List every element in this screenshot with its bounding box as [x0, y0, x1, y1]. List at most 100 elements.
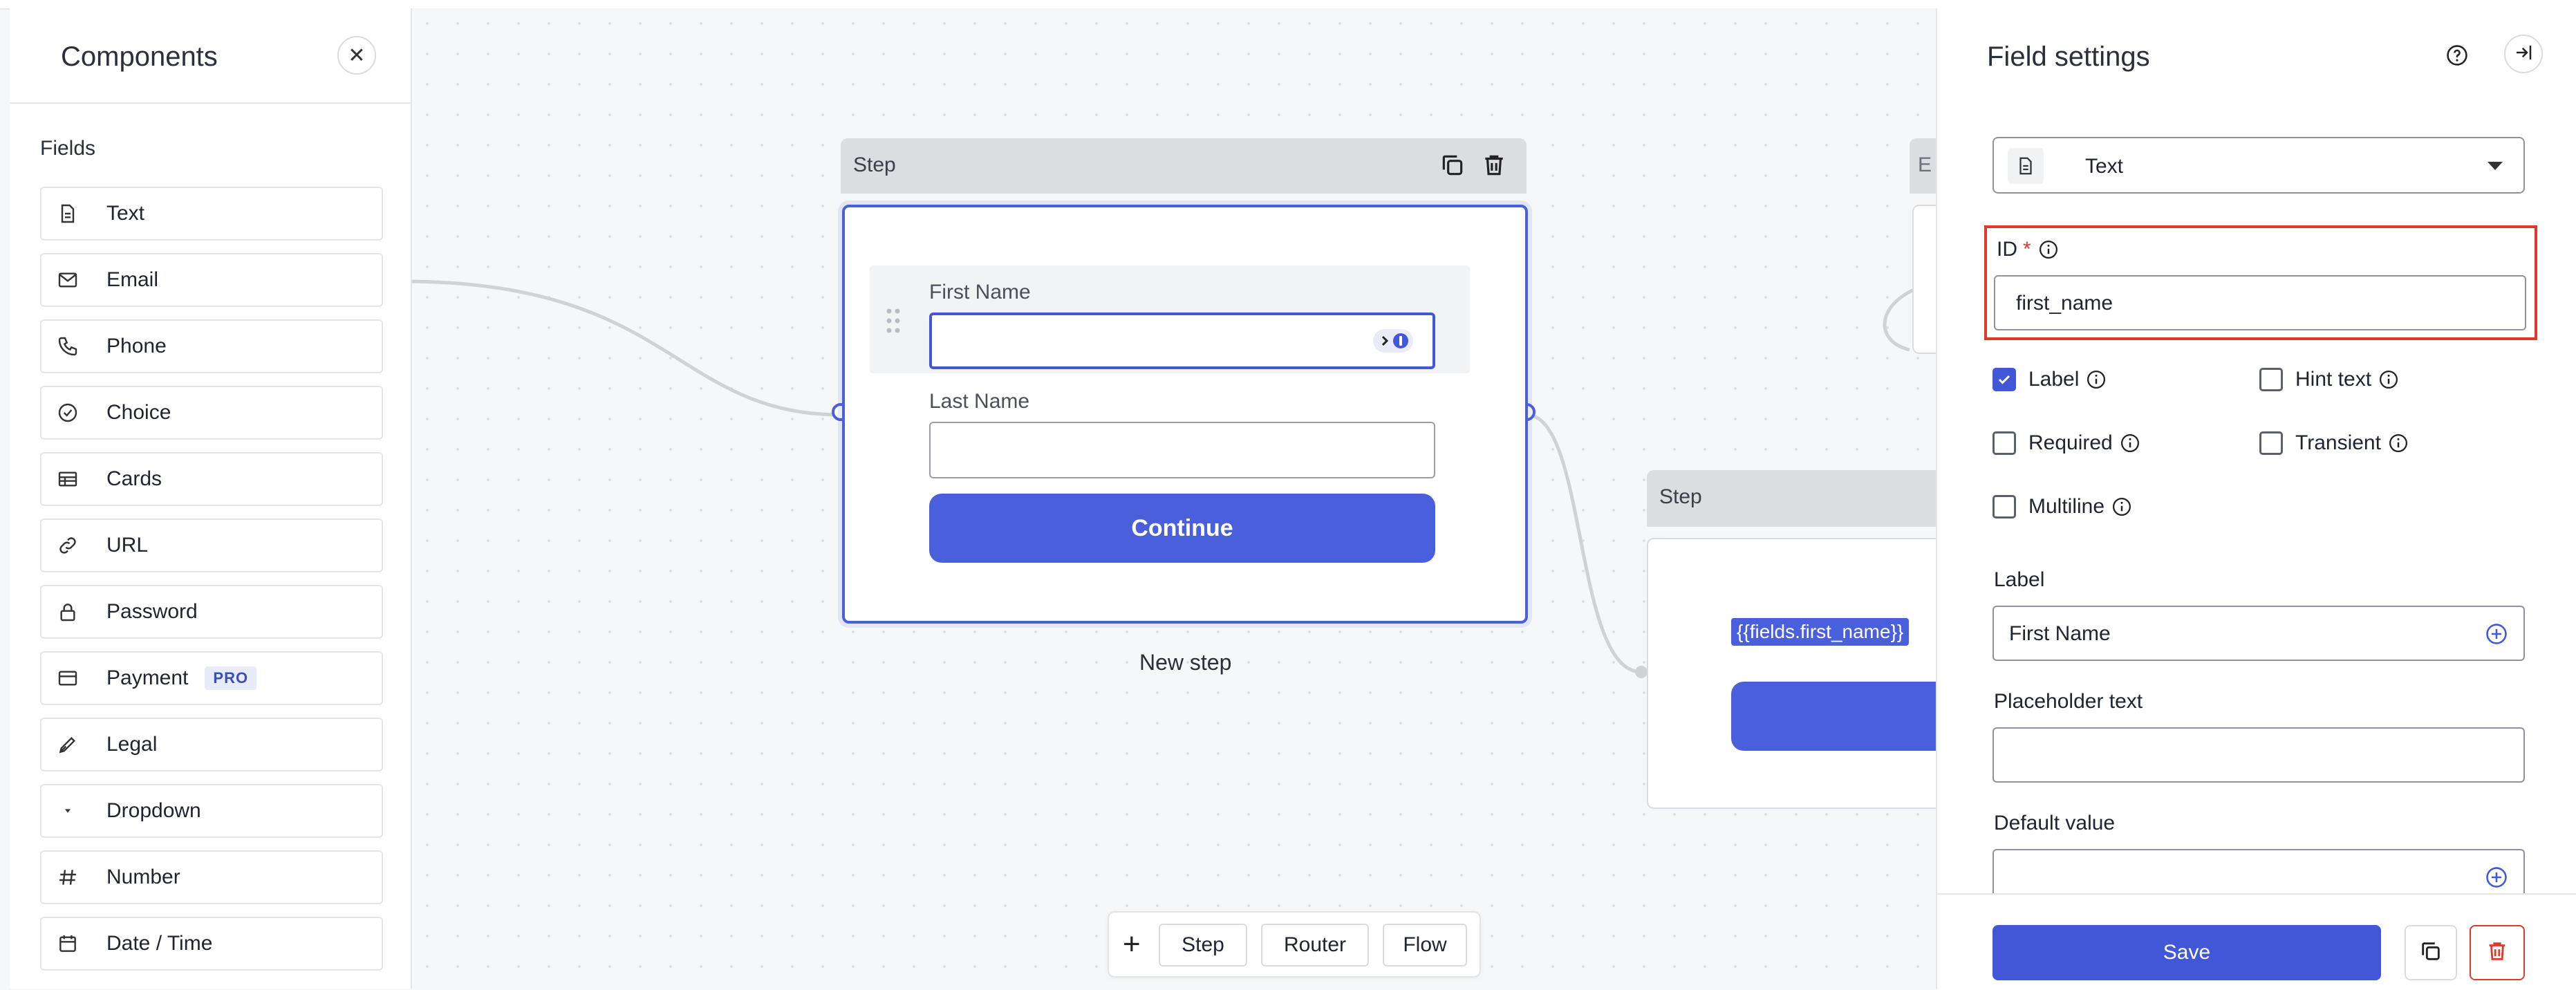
chevron-down-icon	[2488, 162, 2503, 170]
caret-down-icon	[55, 798, 80, 823]
component-date-time[interactable]: Date / Time	[40, 917, 383, 971]
label-checkbox[interactable]: Label	[1992, 368, 2107, 391]
document-icon	[2008, 148, 2044, 184]
mail-icon	[55, 268, 80, 292]
step3-header[interactable]: E	[1910, 138, 1936, 194]
multiline-checkbox[interactable]: Multiline	[1992, 495, 2132, 519]
component-number[interactable]: Number	[40, 850, 383, 904]
duplicate-step-icon[interactable]	[1439, 152, 1466, 182]
placeholder-input[interactable]	[1992, 727, 2525, 783]
step3-title: E	[1918, 153, 1932, 176]
component-payment[interactable]: Payment PRO	[40, 651, 383, 705]
step2-header[interactable]: Step	[1647, 470, 1936, 527]
component-label: Password	[106, 600, 198, 623]
last-name-label: Last Name	[929, 390, 1030, 413]
checkbox-unchecked[interactable]	[1992, 431, 2016, 455]
field-type-select[interactable]: Text	[1992, 137, 2525, 194]
step2-card[interactable]: {{fields.first_name}}	[1647, 538, 1939, 809]
step3-card[interactable]	[1912, 205, 1936, 354]
component-label: Number	[106, 866, 180, 888]
delete-field-button[interactable]	[2470, 925, 2525, 980]
checkbox-checked[interactable]	[1992, 368, 2016, 391]
close-panel-button[interactable]: ✕	[337, 36, 376, 75]
info-icon[interactable]	[2086, 369, 2107, 390]
step1-caption[interactable]: New step	[1139, 650, 1231, 675]
autofill-badge-icon	[1373, 329, 1413, 353]
duplicate-field-button[interactable]	[2405, 925, 2457, 980]
component-label: Phone	[106, 335, 167, 357]
transient-checkbox[interactable]: Transient	[2259, 431, 2409, 455]
first-name-label: First Name	[929, 281, 1031, 303]
component-label: Payment	[106, 666, 189, 689]
save-button[interactable]: Save	[1992, 925, 2381, 980]
info-icon[interactable]	[2111, 496, 2132, 517]
component-url[interactable]: URL	[40, 519, 383, 572]
add-flow-button[interactable]: Flow	[1383, 924, 1467, 966]
field-type-value: Text	[2085, 155, 2124, 178]
component-legal[interactable]: Legal	[40, 718, 383, 772]
required-checkbox[interactable]: Required	[1992, 431, 2140, 455]
info-icon[interactable]	[2120, 433, 2140, 454]
add-step-button[interactable]: Step	[1159, 924, 1247, 966]
delete-step-icon[interactable]	[1481, 152, 1507, 182]
checkbox-unchecked[interactable]	[1992, 495, 2016, 519]
edge-step1-to-step2	[1526, 413, 1642, 674]
step2-title: Step	[1659, 485, 1702, 508]
step1-header[interactable]: Step	[841, 138, 1527, 194]
add-variable-icon[interactable]	[2485, 866, 2508, 889]
default-value-input[interactable]	[1992, 849, 2525, 893]
id-input[interactable]: first_name	[1994, 275, 2526, 330]
component-label: Date / Time	[106, 932, 213, 955]
checkbox-unchecked[interactable]	[2259, 368, 2283, 391]
components-panel: Components ✕ Fields Text Email Phone Cho…	[10, 8, 412, 989]
document-icon	[55, 201, 80, 226]
field-settings-panel: Field settings Text ID * first_name Labe…	[1936, 8, 2576, 990]
id-label: ID *	[1997, 238, 2059, 261]
id-value: first_name	[2016, 292, 2113, 315]
label-input[interactable]: First Name	[1992, 606, 2525, 661]
add-router-button[interactable]: Router	[1261, 924, 1369, 966]
label-value: First Name	[2009, 622, 2111, 645]
add-variable-icon[interactable]	[2485, 622, 2508, 646]
fields-section-label: Fields	[40, 137, 96, 160]
step1-card[interactable]: First Name Last Name Continue	[842, 205, 1528, 624]
close-icon: ✕	[348, 44, 366, 67]
transient-checkbox-text: Transient	[2295, 431, 2381, 454]
hint-text-checkbox[interactable]: Hint text	[2259, 368, 2399, 391]
component-label: Email	[106, 268, 159, 291]
info-icon[interactable]	[2038, 239, 2059, 260]
component-choice[interactable]: Choice	[40, 386, 383, 440]
step1-title: Step	[853, 153, 896, 176]
required-asterisk: *	[2023, 238, 2031, 261]
component-cards[interactable]: Cards	[40, 452, 383, 506]
collapse-panel-button[interactable]	[2504, 35, 2543, 73]
components-header: Components ✕	[10, 8, 411, 104]
component-label: Text	[106, 202, 145, 225]
add-icon[interactable]: +	[1123, 925, 1141, 964]
check-circle-icon	[55, 400, 80, 425]
placeholder-heading: Placeholder text	[1994, 690, 2143, 713]
phone-icon	[55, 334, 80, 359]
help-icon[interactable]	[2443, 41, 2471, 69]
pro-badge: PRO	[205, 666, 257, 690]
component-text[interactable]: Text	[40, 187, 383, 241]
component-phone[interactable]: Phone	[40, 319, 383, 373]
step2-button[interactable]	[1731, 682, 1939, 751]
last-name-input[interactable]	[929, 422, 1435, 478]
component-password[interactable]: Password	[40, 585, 383, 639]
pen-nib-icon	[55, 732, 80, 757]
settings-footer: Save	[1937, 893, 2576, 990]
drag-handle-icon[interactable]	[885, 307, 902, 338]
info-icon[interactable]	[2378, 369, 2399, 390]
first-name-input[interactable]	[929, 312, 1435, 369]
component-label: Choice	[106, 401, 171, 424]
component-email[interactable]: Email	[40, 253, 383, 307]
label-heading: Label	[1994, 568, 2045, 591]
components-title: Components	[61, 41, 218, 72]
info-icon[interactable]	[2388, 433, 2409, 454]
continue-button[interactable]: Continue	[929, 494, 1435, 563]
lock-icon	[55, 599, 80, 624]
settings-title: Field settings	[1987, 41, 2150, 72]
checkbox-unchecked[interactable]	[2259, 431, 2283, 455]
component-dropdown[interactable]: Dropdown	[40, 784, 383, 838]
